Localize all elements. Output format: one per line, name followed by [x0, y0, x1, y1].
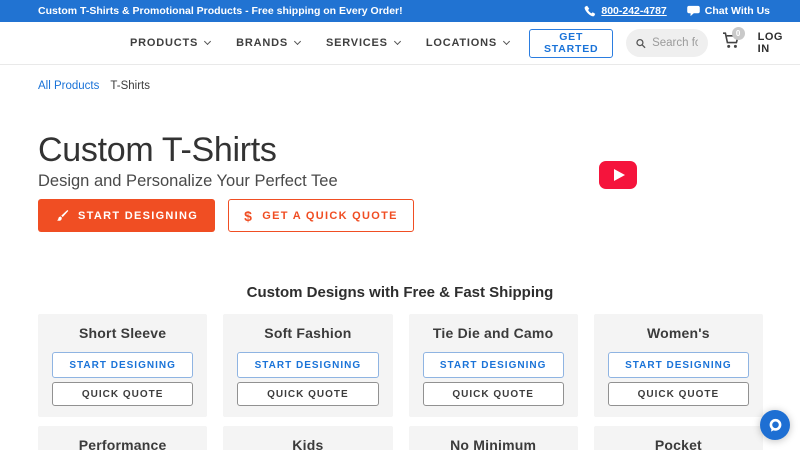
start-designing-label: START DESIGNING	[78, 209, 199, 222]
phone-icon	[584, 5, 596, 17]
card-start-designing-button[interactable]: START DESIGNING	[237, 352, 379, 379]
nav-item-label: PRODUCTS	[130, 37, 199, 49]
chat-label: Chat With Us	[704, 5, 770, 17]
card-title: Kids	[292, 437, 324, 450]
card-title: Pocket	[654, 437, 702, 450]
nav-item-label: SERVICES	[325, 37, 388, 49]
nav-item-brands[interactable]: BRANDS	[236, 37, 302, 49]
topbar-right: 800-242-4787 Chat With Us	[584, 5, 770, 17]
search-icon	[636, 38, 646, 48]
page-title: Custom T-Shirts	[38, 131, 277, 169]
card-title: Tie Die and Camo	[432, 325, 554, 342]
card-tie-die-camo: Tie Die and Camo START DESIGNING QUICK Q…	[408, 314, 578, 418]
card-start-designing-button[interactable]: START DESIGNING	[422, 352, 564, 379]
nav-item-locations[interactable]: LOCATIONS	[425, 37, 511, 49]
chat-with-us-link[interactable]: Chat With Us	[686, 5, 770, 17]
promo-text: Custom T-Shirts & Promotional Products -…	[38, 5, 403, 17]
card-start-designing-button[interactable]: START DESIGNING	[52, 352, 194, 379]
card-title: Women's	[646, 325, 710, 342]
dollar-icon: $	[244, 207, 254, 224]
phone-number: 800-242-4787	[601, 5, 667, 17]
chevron-down-icon	[393, 37, 401, 46]
breadcrumb-current: T-Shirts	[110, 80, 150, 92]
card-title: Short Sleeve	[79, 325, 167, 342]
card-soft-fashion: Soft Fashion START DESIGNING QUICK QUOTE	[223, 314, 393, 418]
quick-quote-label: GET A QUICK QUOTE	[262, 209, 398, 222]
search-box	[626, 29, 708, 57]
get-started-button[interactable]: GET STARTED	[529, 28, 614, 58]
main-menu: PRODUCTS BRANDS SERVICES LOCATIONS	[130, 37, 511, 49]
chat-bubble-icon	[686, 5, 700, 17]
hero-buttons: START DESIGNING $ GET A QUICK QUOTE	[38, 199, 800, 233]
nav-item-label: BRANDS	[236, 37, 288, 49]
quick-quote-button[interactable]: $ GET A QUICK QUOTE	[228, 199, 414, 233]
card-title: No Minimum	[450, 437, 537, 450]
hero-subtitle: Design and Personalize Your Perfect Tee	[38, 172, 338, 191]
main-navbar: PRODUCTS BRANDS SERVICES LOCATIONS GET S…	[0, 22, 800, 65]
breadcrumb-all-products[interactable]: All Products	[38, 80, 99, 93]
search-input[interactable]	[652, 37, 698, 49]
card-no-minimum: No Minimum	[408, 426, 578, 450]
section-heading: Custom Designs with Free & Fast Shipping	[246, 284, 554, 302]
card-kids: Kids	[223, 426, 393, 450]
card-quick-quote-button[interactable]: QUICK QUOTE	[422, 382, 564, 407]
cart-count-badge: 0	[731, 27, 745, 40]
chevron-down-icon	[293, 37, 302, 46]
card-womens: Women's START DESIGNING QUICK QUOTE	[593, 314, 763, 418]
chat-bubble-icon	[769, 418, 781, 432]
nav-item-services[interactable]: SERVICES	[325, 37, 401, 49]
card-quick-quote-button[interactable]: QUICK QUOTE	[237, 382, 379, 407]
paintbrush-icon	[57, 209, 69, 221]
chevron-down-icon	[502, 37, 511, 46]
start-designing-button[interactable]: START DESIGNING	[38, 199, 216, 233]
card-start-designing-button[interactable]: START DESIGNING	[607, 352, 749, 379]
hero-section: Custom T-Shirts Design and Personalize Y…	[0, 131, 800, 233]
video-play-button[interactable]	[599, 161, 637, 189]
play-icon	[614, 169, 625, 181]
category-cards-grid: Short Sleeve START DESIGNING QUICK QUOTE…	[38, 314, 763, 450]
card-performance: Performance	[38, 426, 208, 450]
phone-link[interactable]: 800-242-4787	[584, 5, 667, 17]
card-pocket: Pocket	[593, 426, 763, 450]
card-short-sleeve: Short Sleeve START DESIGNING QUICK QUOTE	[38, 314, 208, 418]
login-link[interactable]: LOG IN	[758, 31, 783, 55]
card-quick-quote-button[interactable]: QUICK QUOTE	[52, 382, 194, 407]
chevron-down-icon	[204, 37, 212, 46]
card-quick-quote-button[interactable]: QUICK QUOTE	[607, 382, 749, 407]
nav-item-label: LOCATIONS	[425, 37, 497, 49]
top-promo-bar: Custom T-Shirts & Promotional Products -…	[0, 0, 800, 22]
breadcrumb: All Products T-Shirts	[38, 80, 800, 93]
card-title: Soft Fashion	[264, 325, 352, 342]
nav-item-products[interactable]: PRODUCTS	[130, 37, 212, 49]
chat-fab-button[interactable]	[760, 410, 790, 440]
cart-button[interactable]: 0	[722, 27, 745, 55]
card-title: Performance	[78, 437, 167, 450]
